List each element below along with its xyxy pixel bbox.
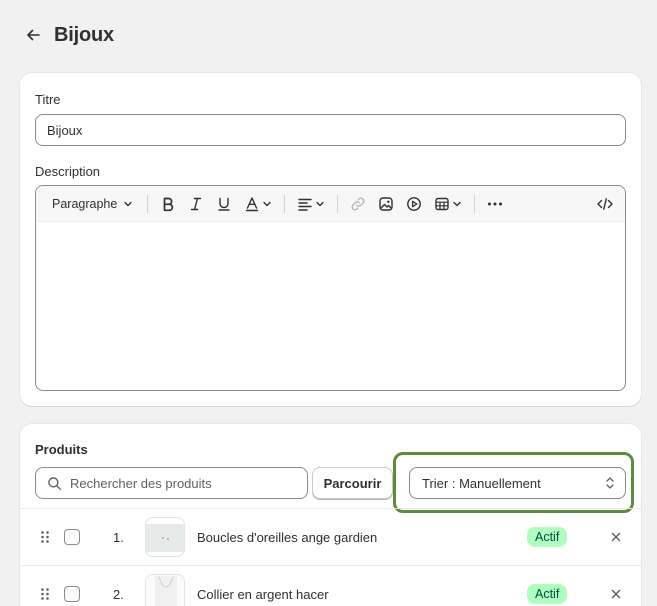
product-search-input[interactable]: Rechercher des produits bbox=[35, 467, 308, 499]
chevron-down-icon bbox=[263, 201, 272, 206]
description-label: Description bbox=[35, 164, 101, 179]
page-title: Bijoux bbox=[54, 23, 114, 46]
drag-handle-icon[interactable] bbox=[39, 530, 51, 544]
status-badge: Actif bbox=[527, 584, 568, 604]
product-row: 2. Collier en argent hacer Actif bbox=[20, 565, 641, 606]
remove-product-button[interactable] bbox=[606, 584, 626, 604]
toolbar-divider bbox=[284, 194, 286, 213]
select-chevrons-icon bbox=[606, 477, 614, 489]
description-text-area[interactable] bbox=[36, 222, 625, 390]
general-card: Titre Bijoux Description Paragraphe bbox=[20, 73, 641, 406]
text-color-dropdown[interactable] bbox=[238, 191, 278, 217]
page-header: Bijoux bbox=[24, 22, 114, 48]
table-icon bbox=[435, 197, 450, 210]
toolbar-divider bbox=[147, 194, 149, 213]
product-row: 1. Boucles d'oreilles ange gardien Actif bbox=[20, 508, 641, 565]
video-icon[interactable] bbox=[400, 191, 428, 217]
editor-toolbar: Paragraphe bbox=[36, 186, 625, 222]
search-placeholder: Rechercher des produits bbox=[70, 475, 212, 491]
row-index: 2. bbox=[113, 586, 124, 602]
product-name[interactable]: Boucles d'oreilles ange gardien bbox=[197, 530, 377, 545]
drag-handle-icon[interactable] bbox=[39, 587, 51, 601]
product-name[interactable]: Collier en argent hacer bbox=[197, 587, 329, 602]
image-icon[interactable] bbox=[372, 191, 400, 217]
row-checkbox[interactable] bbox=[64, 529, 80, 545]
toolbar-divider bbox=[337, 194, 339, 213]
title-input-value: Bijoux bbox=[47, 122, 83, 138]
sort-select[interactable]: Trier : Manuellement bbox=[409, 467, 626, 499]
title-input[interactable]: Bijoux bbox=[35, 114, 626, 146]
italic-icon[interactable] bbox=[182, 191, 210, 217]
link-icon[interactable] bbox=[344, 191, 372, 217]
products-card: Produits Rechercher des produits Parcour… bbox=[20, 424, 641, 606]
description-editor: Paragraphe bbox=[35, 185, 626, 391]
title-label: Titre bbox=[35, 92, 61, 107]
more-actions-icon[interactable] bbox=[481, 191, 509, 217]
chevron-down-icon bbox=[124, 201, 133, 206]
remove-product-button[interactable] bbox=[606, 527, 626, 547]
bold-icon[interactable] bbox=[154, 191, 182, 217]
products-heading: Produits bbox=[35, 442, 88, 457]
table-dropdown[interactable] bbox=[428, 191, 468, 217]
sort-select-label: Trier : Manuellement bbox=[422, 475, 541, 491]
search-icon bbox=[48, 476, 62, 490]
underline-icon[interactable] bbox=[210, 191, 238, 217]
chevron-down-icon bbox=[453, 201, 462, 206]
status-badge: Actif bbox=[527, 527, 568, 547]
close-icon bbox=[611, 532, 621, 542]
row-index: 1. bbox=[113, 529, 124, 545]
text-color-icon bbox=[246, 196, 259, 211]
product-thumbnail bbox=[145, 574, 185, 606]
paragraph-format-label: Paragraphe bbox=[52, 196, 118, 211]
toolbar-divider bbox=[474, 194, 476, 213]
back-arrow-icon[interactable] bbox=[24, 26, 42, 44]
chevron-down-icon bbox=[316, 201, 325, 206]
align-left-icon bbox=[298, 198, 313, 211]
browse-button[interactable]: Parcourir bbox=[312, 467, 393, 499]
html-code-icon[interactable] bbox=[591, 191, 619, 217]
product-thumbnail bbox=[145, 517, 185, 557]
alignment-dropdown[interactable] bbox=[291, 191, 331, 217]
paragraph-format-dropdown[interactable]: Paragraphe bbox=[44, 191, 141, 217]
row-checkbox[interactable] bbox=[64, 586, 80, 602]
close-icon bbox=[611, 589, 621, 599]
